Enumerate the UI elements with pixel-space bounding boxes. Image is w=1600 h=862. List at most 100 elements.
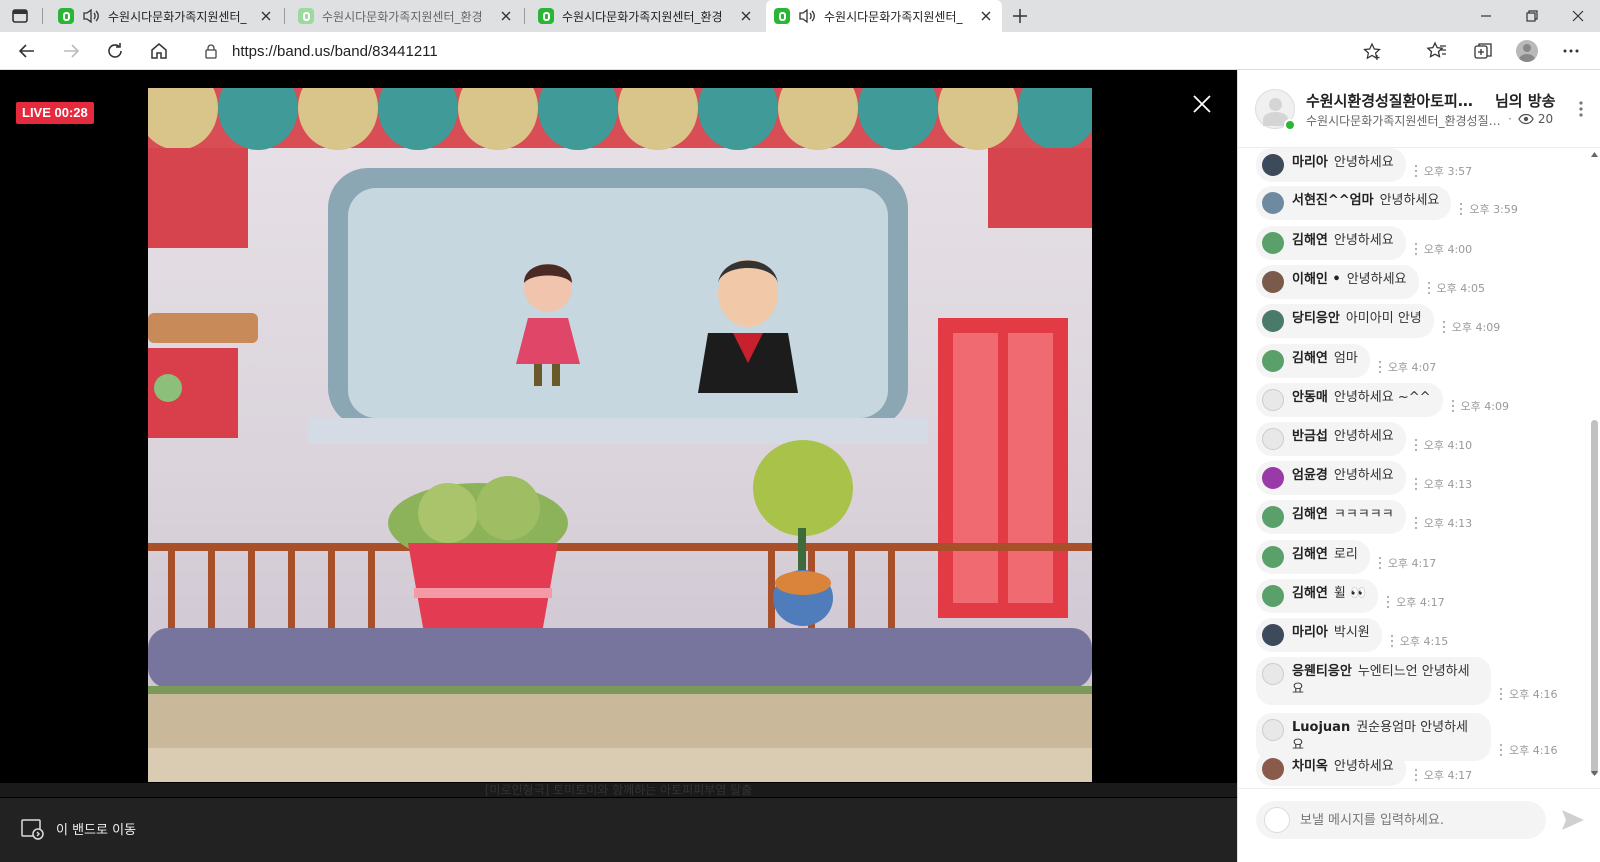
tab-4-active[interactable]: 수원시다문화가족지원센터_ xyxy=(766,0,1002,32)
profile-avatar[interactable] xyxy=(1516,40,1538,62)
message-options-icon[interactable] xyxy=(1414,477,1418,491)
sender-avatar[interactable] xyxy=(1262,663,1284,685)
chat-bubble[interactable]: 이해인 • 안녕하세요 xyxy=(1256,265,1419,299)
go-to-band-button[interactable]: 이 밴드로 이동 xyxy=(20,816,136,840)
tab-1[interactable]: 수원시다문화가족지원센터_ xyxy=(50,0,282,32)
sender-name[interactable]: 서현진^^엄마 xyxy=(1292,193,1374,208)
sender-name[interactable]: 반금섭 xyxy=(1292,429,1328,444)
chat-bubble[interactable]: 응웬티응안 누엔티느언 안녕하세요 xyxy=(1256,657,1491,705)
sender-avatar[interactable] xyxy=(1262,506,1284,528)
sender-name[interactable]: 마리아 xyxy=(1292,625,1328,640)
tab-2[interactable]: 수원시다문화가족지원센터_환경 xyxy=(290,0,522,32)
chat-bubble[interactable]: 안동매 안녕하세요 ~^^ xyxy=(1256,383,1443,417)
tab-actions-icon[interactable] xyxy=(10,6,30,26)
sender-name[interactable]: 마리아 xyxy=(1292,155,1328,170)
chat-bubble[interactable]: 서현진^^엄마 안녕하세요 xyxy=(1256,186,1452,220)
home-icon[interactable] xyxy=(148,40,170,62)
sender-avatar[interactable] xyxy=(1262,467,1284,489)
sender-name[interactable]: Luojuan xyxy=(1292,720,1350,735)
message-options-icon[interactable] xyxy=(1378,360,1382,374)
back-arrow-icon[interactable] xyxy=(16,40,38,62)
sender-name[interactable]: 김해연 xyxy=(1292,351,1328,366)
refresh-icon[interactable] xyxy=(104,40,126,62)
chat-bubble[interactable]: 마리아 박시원 xyxy=(1256,618,1382,652)
sender-name[interactable]: 엄윤경 xyxy=(1292,468,1328,483)
sender-avatar[interactable] xyxy=(1262,546,1284,568)
restore-icon[interactable] xyxy=(1522,6,1542,26)
scroll-up-arrow-icon[interactable] xyxy=(1590,150,1599,158)
lock-icon[interactable] xyxy=(204,43,218,59)
close-tab-icon[interactable] xyxy=(258,8,274,24)
forward-arrow-icon[interactable] xyxy=(60,40,82,62)
tab-3[interactable]: 수원시다문화가족지원센터_환경 xyxy=(530,0,762,32)
sender-name[interactable]: 차미옥 xyxy=(1292,759,1328,774)
message-options-icon[interactable] xyxy=(1378,556,1382,570)
chat-scroll-thumb[interactable] xyxy=(1591,420,1598,775)
chat-bubble[interactable]: 당티응안 아미아미 안녕 xyxy=(1256,304,1434,338)
message-options-icon[interactable] xyxy=(1414,438,1418,452)
message-options-icon[interactable] xyxy=(1414,768,1418,782)
message-options-icon[interactable] xyxy=(1499,687,1503,701)
chat-bubble[interactable]: 반금섭 안녕하세요 xyxy=(1256,422,1406,456)
video-player[interactable] xyxy=(148,88,1092,782)
chat-bubble[interactable]: 김해연 엄마 xyxy=(1256,344,1370,378)
favorites-icon[interactable] xyxy=(1426,40,1448,62)
url-text[interactable]: https://band.us/band/83441211 xyxy=(232,43,438,60)
chat-message-list[interactable]: 마리아 안녕하세요 오후 3:57 서현진^^엄마 안녕하세요 오후 3:59 김해연 안녕하… xyxy=(1238,148,1588,862)
chat-message-input[interactable] xyxy=(1300,812,1530,828)
chat-input-box[interactable] xyxy=(1256,801,1546,839)
new-tab-icon[interactable] xyxy=(1010,6,1030,26)
sender-avatar[interactable] xyxy=(1262,192,1284,214)
message-options-icon[interactable] xyxy=(1499,743,1503,757)
chat-bubble[interactable]: 김해연 안녕하세요 xyxy=(1256,226,1406,260)
chat-bubble[interactable]: 마리아 안녕하세요 xyxy=(1256,148,1406,182)
sender-avatar[interactable] xyxy=(1262,154,1284,176)
sender-avatar[interactable] xyxy=(1262,624,1284,646)
speaker-icon[interactable] xyxy=(798,8,816,24)
sender-avatar[interactable] xyxy=(1262,271,1284,293)
close-window-icon[interactable] xyxy=(1568,6,1588,26)
close-tab-icon[interactable] xyxy=(738,8,754,24)
sender-name[interactable]: 응웬티응안 xyxy=(1292,664,1352,679)
chat-more-icon[interactable] xyxy=(1578,100,1584,118)
message-options-icon[interactable] xyxy=(1390,634,1394,648)
sender-avatar[interactable] xyxy=(1262,758,1284,780)
host-name[interactable]: 수원시환경성질환아토피센터 xyxy=(1306,90,1481,111)
sender-avatar[interactable] xyxy=(1262,350,1284,372)
sender-name[interactable]: 김해연 xyxy=(1292,547,1328,562)
message-options-icon[interactable] xyxy=(1414,516,1418,530)
sender-name[interactable]: 김해연 xyxy=(1292,586,1328,601)
chat-bubble[interactable]: 엄윤경 안녕하세요 xyxy=(1256,461,1406,495)
band-name[interactable]: 수원시다문화가족지원센터_환경성질환아토피센터 xyxy=(1306,112,1506,129)
sender-avatar[interactable] xyxy=(1262,428,1284,450)
sender-name[interactable]: 안동매 xyxy=(1292,390,1328,405)
more-options-icon[interactable] xyxy=(1560,40,1582,62)
minimize-icon[interactable] xyxy=(1476,6,1496,26)
message-options-icon[interactable] xyxy=(1427,281,1431,295)
sender-avatar[interactable] xyxy=(1262,585,1284,607)
chat-bubble[interactable]: 김해연 휠 👀 xyxy=(1256,579,1379,613)
add-favorite-icon[interactable] xyxy=(1362,42,1382,62)
sender-name[interactable]: 이해인 • xyxy=(1292,272,1341,287)
chat-bubble[interactable]: 김해연 ㅋㅋㅋㅋㅋ xyxy=(1256,500,1406,534)
message-options-icon[interactable] xyxy=(1459,202,1463,216)
scroll-down-arrow-icon[interactable] xyxy=(1590,770,1599,778)
message-options-icon[interactable] xyxy=(1386,595,1390,609)
speaker-icon[interactable] xyxy=(82,8,100,24)
sender-name[interactable]: 당티응안 xyxy=(1292,311,1340,326)
sender-avatar[interactable] xyxy=(1262,719,1284,741)
close-tab-icon[interactable] xyxy=(978,8,994,24)
message-options-icon[interactable] xyxy=(1442,320,1446,334)
close-video-icon[interactable] xyxy=(1192,94,1212,114)
message-options-icon[interactable] xyxy=(1451,399,1455,413)
sender-name[interactable]: 김해연 xyxy=(1292,233,1328,248)
message-options-icon[interactable] xyxy=(1414,164,1418,178)
send-icon[interactable] xyxy=(1560,808,1586,832)
message-options-icon[interactable] xyxy=(1414,242,1418,256)
sender-avatar[interactable] xyxy=(1262,232,1284,254)
sender-name[interactable]: 김해연 xyxy=(1292,507,1328,522)
url-bar[interactable]: https://band.us/band/83441211 xyxy=(188,36,1398,66)
chat-bubble[interactable]: 차미옥 안녕하세요 xyxy=(1256,752,1406,786)
collections-icon[interactable] xyxy=(1472,40,1494,62)
sender-avatar[interactable] xyxy=(1262,310,1284,332)
